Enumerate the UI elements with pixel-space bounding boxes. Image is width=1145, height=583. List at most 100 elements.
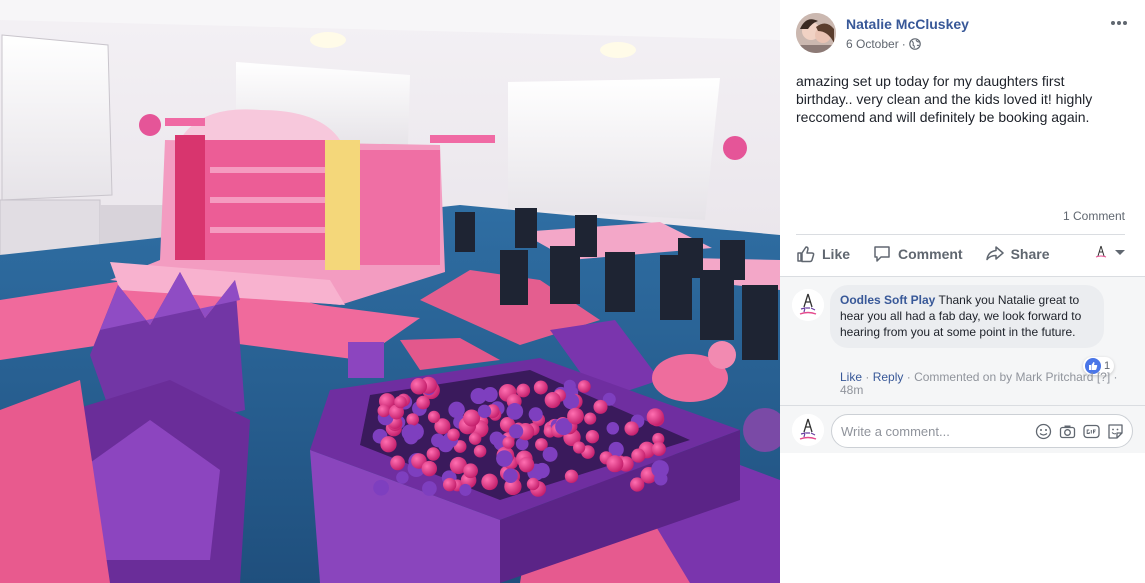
ball-pit-ball	[447, 428, 460, 442]
camera-icon[interactable]	[1059, 423, 1076, 440]
comment-actions: Like · Reply · Commented on by Mark Prit…	[840, 370, 1118, 397]
oodles-logo-icon	[792, 289, 824, 321]
like-label: Like	[822, 246, 851, 262]
ball-pit-ball	[503, 468, 518, 484]
ball-pit-ball	[528, 407, 543, 422]
ball-pit-ball	[564, 469, 579, 483]
ball-pit-ball	[577, 380, 591, 393]
ball-pit-ball	[406, 413, 420, 426]
commented-on-by: Commented on by Mark Pritchard [?]	[914, 370, 1111, 384]
ball-pit-ball	[534, 462, 550, 479]
ball-pit-ball	[470, 387, 487, 405]
post-text: amazing set up today for my daughters fi…	[796, 73, 1093, 125]
author-avatar-image	[796, 13, 836, 53]
more-icon[interactable]	[1109, 15, 1129, 31]
ball-pit-ball	[426, 447, 440, 461]
sticker-icon[interactable]	[1107, 423, 1124, 440]
ball-pit-ball	[651, 441, 666, 457]
ball-pit-ball	[396, 471, 409, 484]
post-actions: Like Comment Share	[796, 238, 1133, 270]
ball-pit-ball	[390, 455, 405, 471]
commenter-avatar[interactable]	[792, 289, 824, 321]
composer-avatar	[792, 414, 824, 446]
author-name[interactable]: Natalie McCluskey	[846, 16, 969, 32]
ball-pit-ball	[526, 477, 540, 491]
page-identity-selector[interactable]	[1093, 244, 1125, 260]
ball-pit-ball	[606, 422, 620, 435]
author-avatar[interactable]	[796, 13, 836, 53]
post-header: Natalie McCluskey 6 October ·	[796, 13, 1133, 53]
ball-pit-ball	[496, 450, 513, 467]
ball-pit-ball	[459, 483, 472, 496]
ball-pit-ball	[508, 424, 524, 439]
ball-pit-ball	[380, 436, 397, 453]
ball-pit-ball	[584, 412, 597, 425]
comment-time[interactable]: 48m	[840, 383, 863, 397]
page-logo-icon	[1093, 244, 1109, 260]
ball-pit-ball	[463, 409, 481, 427]
ball-pit-ball	[544, 392, 561, 409]
comment-composer: Write a comment...	[780, 405, 1145, 453]
commenter-name[interactable]: Oodles Soft Play	[840, 293, 935, 307]
ball-pit-ball	[422, 481, 437, 496]
comments-section: Oodles Soft Play Thank you Natalie great…	[780, 276, 1145, 453]
ball-pit-ball	[654, 472, 668, 486]
party-room-image	[0, 0, 780, 583]
ball-pit-ball	[630, 477, 645, 492]
ball-pit-ball	[506, 403, 524, 420]
ball-pit-ball	[646, 408, 664, 426]
ball-pit-ball	[373, 479, 389, 496]
emoji-icon[interactable]	[1035, 423, 1052, 440]
comment-count[interactable]: 1 Comment	[1063, 209, 1125, 223]
ball-pit-ball	[585, 430, 600, 444]
ball-pit-ball	[518, 456, 535, 473]
ball-pit-ball	[410, 378, 428, 395]
ball-pit-ball	[473, 444, 487, 458]
ball-pit-ball	[442, 477, 457, 492]
share-icon	[985, 246, 1004, 261]
ball-pit-ball	[394, 395, 407, 409]
ball-pit-ball	[401, 424, 419, 441]
ball-pit-ball	[489, 431, 504, 446]
comment-reply-link[interactable]: Reply	[873, 370, 904, 384]
ball-pit-ball	[563, 379, 576, 392]
comment-like-link[interactable]: Like	[840, 370, 862, 384]
globe-icon[interactable]	[908, 38, 921, 50]
gif-icon[interactable]	[1083, 423, 1100, 440]
ball-pit-ball	[533, 380, 548, 395]
ball-pit-ball	[502, 436, 515, 449]
ball-pit-ball	[572, 441, 586, 454]
post-side-panel: Natalie McCluskey 6 October · amazing se…	[780, 0, 1145, 583]
comment-icon	[874, 246, 890, 262]
ball-pit-ball	[593, 399, 608, 414]
ball-pit-ball	[468, 432, 482, 445]
comment-input-placeholder: Write a comment...	[841, 424, 950, 439]
ball-pit-ball	[477, 404, 492, 419]
post-date[interactable]: 6 October	[846, 37, 899, 51]
ball-pit-ball	[481, 473, 498, 491]
caret-down-icon	[1115, 249, 1125, 255]
ball-pit-ball	[516, 383, 531, 398]
ball-pit-ball	[567, 407, 584, 425]
composer-tools	[1035, 423, 1124, 440]
comment-input[interactable]: Write a comment...	[831, 414, 1133, 448]
oodles-logo-icon	[792, 414, 824, 446]
comment-label: Comment	[898, 246, 963, 262]
comment-bubble: Oodles Soft Play Thank you Natalie great…	[830, 285, 1104, 348]
like-icon	[797, 246, 815, 263]
ball-pit-ball	[416, 395, 430, 410]
ball-pit-ball	[542, 446, 558, 462]
like-button[interactable]: Like	[796, 244, 850, 264]
post-meta: 6 October ·	[846, 37, 921, 51]
comment-button[interactable]: Comment	[872, 244, 963, 264]
ball-pit-ball	[427, 410, 441, 423]
ball-pit-ball	[631, 448, 646, 463]
post-photo[interactable]	[0, 0, 780, 583]
ball-pit-ball	[463, 463, 478, 479]
ball-pit-ball	[624, 421, 639, 436]
share-button[interactable]: Share	[985, 244, 1050, 264]
ball-pit-ball	[421, 460, 438, 477]
meta-separator: ·	[901, 37, 906, 51]
ball-pit-ball	[606, 455, 624, 473]
share-label: Share	[1010, 246, 1050, 262]
